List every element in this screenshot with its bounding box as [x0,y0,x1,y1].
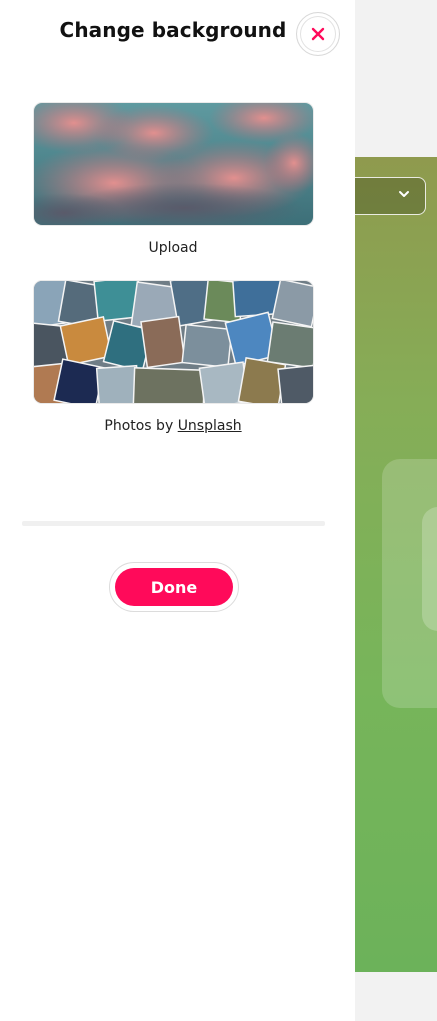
photo-collage-image [34,281,313,403]
chevron-down-icon [399,191,409,197]
photos-by-text: Photos by [104,418,178,434]
close-button[interactable] [296,12,340,56]
done-button[interactable]: Done [115,568,233,606]
background-preview [355,157,437,972]
close-icon [311,27,325,41]
unsplash-photos-tile[interactable] [34,281,313,403]
cloud-sky-image [34,103,313,225]
upload-label: Upload [148,240,198,256]
photos-by-label: Photos by Unsplash [0,418,346,434]
unsplash-link[interactable]: Unsplash [178,418,242,434]
panel-title: Change background [59,18,287,42]
background-card-inner [422,507,437,631]
divider [22,521,325,526]
done-button-container: Done [109,562,239,612]
change-background-panel: Change background Upload Photos by Unspl… [0,0,355,1021]
upload-background-tile[interactable] [34,103,313,225]
background-dropdown[interactable] [355,177,426,215]
